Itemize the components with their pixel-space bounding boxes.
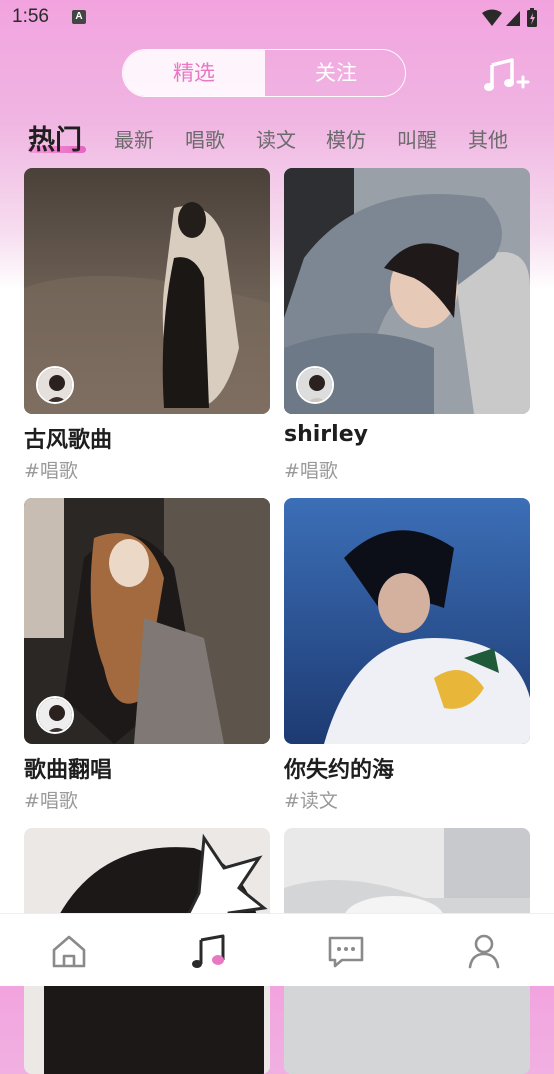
tab-singing[interactable]: 唱歌 <box>185 124 225 153</box>
feed-segmented-control: 精选 关注 <box>122 49 406 97</box>
battery-icon <box>527 8 537 27</box>
a-notification-icon: A <box>72 10 86 24</box>
music-note-icon[interactable] <box>189 932 229 970</box>
tab-hot[interactable]: 热门 <box>28 118 82 157</box>
status-icons <box>482 8 537 27</box>
status-time: 1:56 <box>12 6 49 27</box>
card-title: 你失约的海 <box>284 758 395 783</box>
creator-avatar[interactable] <box>36 696 74 734</box>
music-add-icon[interactable] <box>482 56 530 94</box>
tab-other[interactable]: 其他 <box>468 124 508 153</box>
tab-latest[interactable]: 最新 <box>114 124 154 153</box>
status-bar: 1:56 A <box>0 0 554 38</box>
tab-wakeup[interactable]: 叫醒 <box>397 124 437 153</box>
category-tabs: 热门 最新 唱歌 读文 模仿 叫醒 其他 <box>28 118 548 162</box>
home-icon[interactable] <box>49 932 89 970</box>
chat-icon[interactable] <box>326 932 366 970</box>
signal-icon <box>506 11 520 26</box>
tab-imitation[interactable]: 模仿 <box>326 124 366 153</box>
card-tag[interactable]: #唱歌 <box>284 456 338 483</box>
creator-avatar[interactable] <box>296 366 334 404</box>
profile-icon[interactable] <box>464 932 504 970</box>
card-tag[interactable]: #读文 <box>284 786 338 813</box>
segment-following[interactable]: 关注 <box>265 50 405 96</box>
tab-reading[interactable]: 读文 <box>256 124 296 153</box>
segment-featured[interactable]: 精选 <box>123 50 265 96</box>
card-cover-image[interactable] <box>284 498 530 744</box>
card-title: 歌曲翻唱 <box>24 758 113 783</box>
bottom-navigation <box>0 913 554 986</box>
wifi-icon <box>482 9 502 26</box>
card-tag[interactable]: #唱歌 <box>24 456 78 483</box>
card-title: 古风歌曲 <box>24 428 113 453</box>
card-tag[interactable]: #唱歌 <box>24 786 78 813</box>
card-title: shirley <box>284 422 368 447</box>
creator-avatar[interactable] <box>36 366 74 404</box>
